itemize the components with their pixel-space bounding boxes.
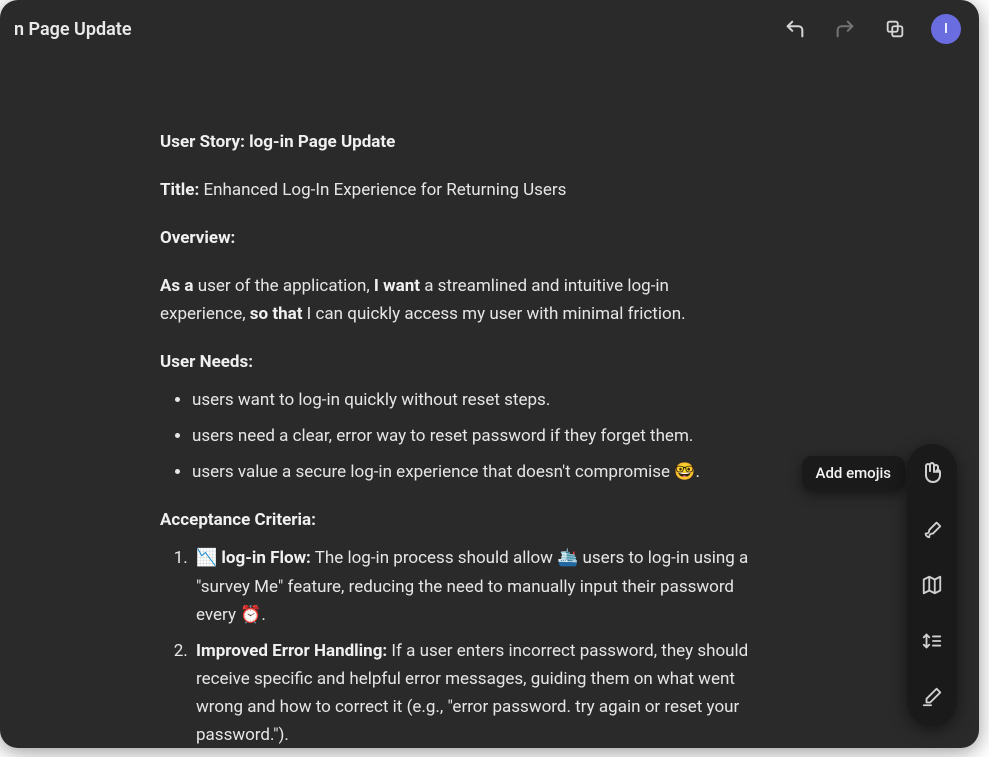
line-height-tool[interactable] — [917, 626, 947, 656]
so-that-rest: I can quickly access my user with minima… — [302, 304, 685, 324]
list-item: users value a secure log-in experience t… — [192, 458, 750, 486]
title-value: Enhanced Log-In Experience for Returning… — [199, 180, 566, 200]
window-title: n Page Update — [14, 19, 132, 40]
tooltip-add-emojis: Add emojis — [802, 456, 906, 490]
undo-button[interactable] — [781, 15, 809, 43]
hand-icon — [920, 461, 944, 485]
list-item: 📉 log-in Flow: The log-in process should… — [192, 544, 750, 628]
as-a-label: As a — [160, 276, 193, 296]
brush-tool[interactable] — [917, 514, 947, 544]
list-item: Improved Error Handling: If a user enter… — [192, 637, 750, 748]
user-needs-list: users want to log-in quickly without res… — [160, 386, 750, 486]
criteria-label: log-in Flow: — [221, 548, 310, 568]
pen-tool[interactable] — [917, 682, 947, 712]
overview-body: As a user of the application, I want a s… — [160, 272, 750, 328]
i-want-label: I want — [374, 276, 420, 296]
emoji-tool[interactable] — [917, 458, 947, 488]
brush-icon — [921, 518, 943, 540]
doc-title-line: Title: Enhanced Log-In Experience for Re… — [160, 176, 750, 204]
overview-label: Overview: — [160, 224, 750, 252]
acceptance-list: 📉 log-in Flow: The log-in process should… — [160, 544, 750, 748]
criteria-prefix: 📉 — [196, 548, 221, 568]
undo-icon — [784, 18, 806, 40]
line-height-icon — [921, 630, 943, 652]
redo-button[interactable] — [831, 15, 859, 43]
doc-heading: User Story: log-in Page Update — [160, 128, 750, 156]
avatar[interactable]: I — [931, 14, 961, 44]
document-body: User Story: log-in Page Update Title: En… — [0, 58, 750, 748]
redo-icon — [834, 18, 856, 40]
acceptance-label: Acceptance Criteria: — [160, 506, 750, 534]
map-tool[interactable] — [917, 570, 947, 600]
criteria-label: Improved Error Handling: — [196, 641, 387, 661]
map-icon — [921, 574, 943, 596]
so-that-label: so that — [250, 304, 303, 324]
copy-icon — [884, 18, 906, 40]
copy-button[interactable] — [881, 15, 909, 43]
app-window: n Page Update I User Story: log-in Page … — [0, 0, 979, 748]
title-label: Title: — [160, 180, 199, 200]
list-item: users want to log-in quickly without res… — [192, 386, 750, 414]
top-actions: I — [781, 14, 961, 44]
as-a-rest: user of the application, — [193, 276, 373, 296]
pen-icon — [921, 686, 943, 708]
list-item: users need a clear, error way to reset p… — [192, 422, 750, 450]
topbar: n Page Update I — [0, 0, 979, 58]
floating-toolbar — [907, 444, 957, 726]
user-needs-label: User Needs: — [160, 348, 750, 376]
